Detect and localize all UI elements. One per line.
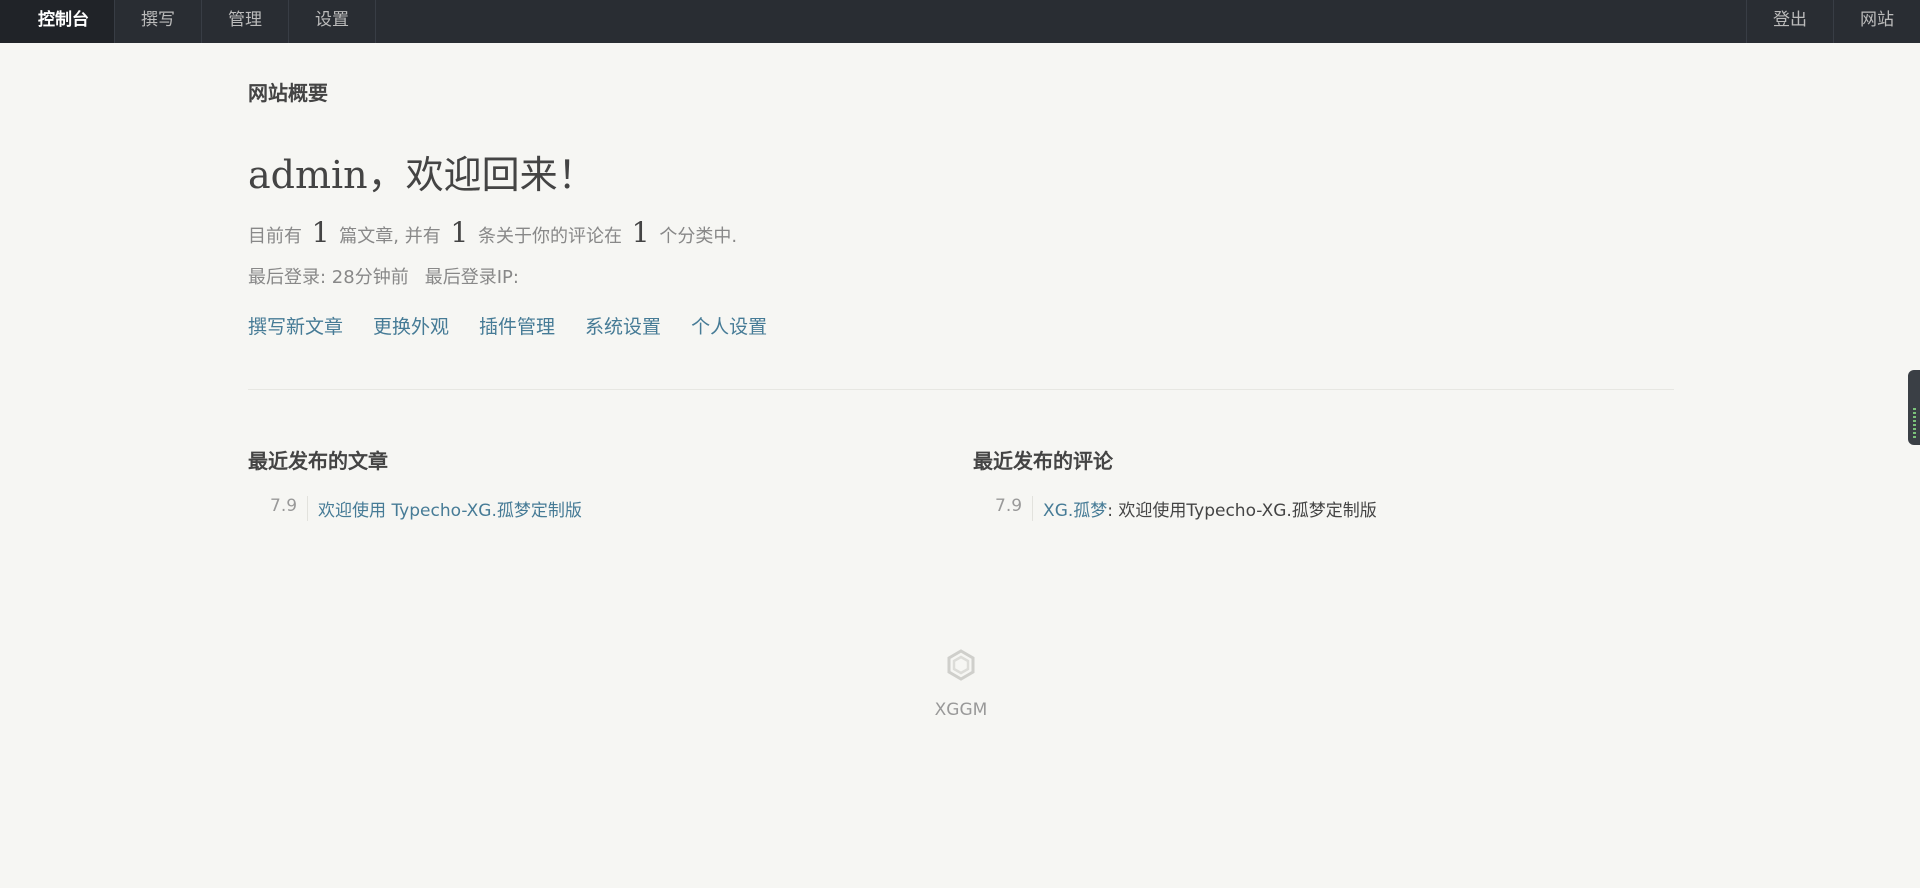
stats-prefix: 目前有 bbox=[248, 226, 302, 247]
last-login-ip: 最后登录IP: bbox=[424, 267, 519, 288]
posts-count: 1 bbox=[311, 216, 330, 249]
link-system-settings[interactable]: 系统设置 bbox=[585, 312, 661, 339]
categories-count: 1 bbox=[631, 216, 650, 249]
comments-count: 1 bbox=[450, 216, 469, 249]
nav-right-group: 登出 网站 bbox=[1746, 0, 1920, 43]
login-info: 最后登录: 28分钟前 最后登录IP: bbox=[248, 263, 519, 289]
quick-links: 撰写新文章 更换外观 插件管理 系统设置 个人设置 bbox=[248, 312, 797, 339]
comments-text: 条关于你的评论在 bbox=[478, 226, 623, 247]
list-item: 7.9 XG.孤梦: 欢迎使用Typecho-XG.孤梦定制版 bbox=[973, 496, 1673, 521]
nav-logout[interactable]: 登出 bbox=[1746, 0, 1833, 43]
link-change-theme[interactable]: 更换外观 bbox=[373, 312, 449, 339]
comment-text: : 欢迎使用Typecho-XG.孤梦定制版 bbox=[1107, 501, 1377, 521]
footer-brand: XGGM bbox=[934, 700, 988, 720]
categories-text: 个分类中. bbox=[659, 226, 738, 247]
nav-write[interactable]: 撰写 bbox=[115, 0, 202, 43]
hexagon-logo-icon bbox=[944, 648, 978, 682]
nav-dashboard[interactable]: 控制台 bbox=[0, 0, 115, 43]
recent-comments-panel: 最近发布的评论 7.9 XG.孤梦: 欢迎使用Typecho-XG.孤梦定制版 bbox=[973, 445, 1673, 521]
side-meter-widget[interactable] bbox=[1908, 370, 1920, 445]
welcome-heading: admin，欢迎回来！ bbox=[248, 153, 596, 197]
top-navigation-bar: 控制台 撰写 管理 设置 登出 网站 bbox=[0, 0, 1920, 43]
site-stats: 目前有 1 篇文章, 并有 1 条关于你的评论在 1 个分类中. bbox=[248, 216, 737, 249]
list-item: 7.9 欢迎使用 Typecho-XG.孤梦定制版 bbox=[248, 496, 948, 521]
comment-date: 7.9 bbox=[995, 496, 1034, 521]
nav-website[interactable]: 网站 bbox=[1833, 0, 1920, 43]
recent-posts-title: 最近发布的文章 bbox=[248, 449, 388, 473]
link-write-post[interactable]: 撰写新文章 bbox=[248, 312, 343, 339]
last-login: 最后登录: 28分钟前 bbox=[248, 267, 409, 288]
nav-left-group: 控制台 撰写 管理 设置 bbox=[0, 0, 376, 43]
link-profile-settings[interactable]: 个人设置 bbox=[691, 312, 767, 339]
posts-text: 篇文章, 并有 bbox=[339, 226, 441, 247]
post-link[interactable]: 欢迎使用 Typecho-XG.孤梦定制版 bbox=[318, 496, 582, 521]
comment-author-link[interactable]: XG.孤梦 bbox=[1043, 496, 1107, 521]
link-plugin-manage[interactable]: 插件管理 bbox=[479, 312, 555, 339]
nav-manage[interactable]: 管理 bbox=[202, 0, 289, 43]
overview-title: 网站概要 bbox=[248, 81, 328, 105]
recent-comments-title: 最近发布的评论 bbox=[973, 449, 1113, 473]
meter-bars-icon bbox=[1913, 408, 1916, 438]
post-date: 7.9 bbox=[270, 496, 309, 521]
recent-posts-panel: 最近发布的文章 7.9 欢迎使用 Typecho-XG.孤梦定制版 bbox=[248, 445, 948, 521]
section-divider bbox=[248, 389, 1674, 390]
footer: XGGM bbox=[248, 648, 1674, 720]
nav-settings[interactable]: 设置 bbox=[289, 0, 376, 43]
